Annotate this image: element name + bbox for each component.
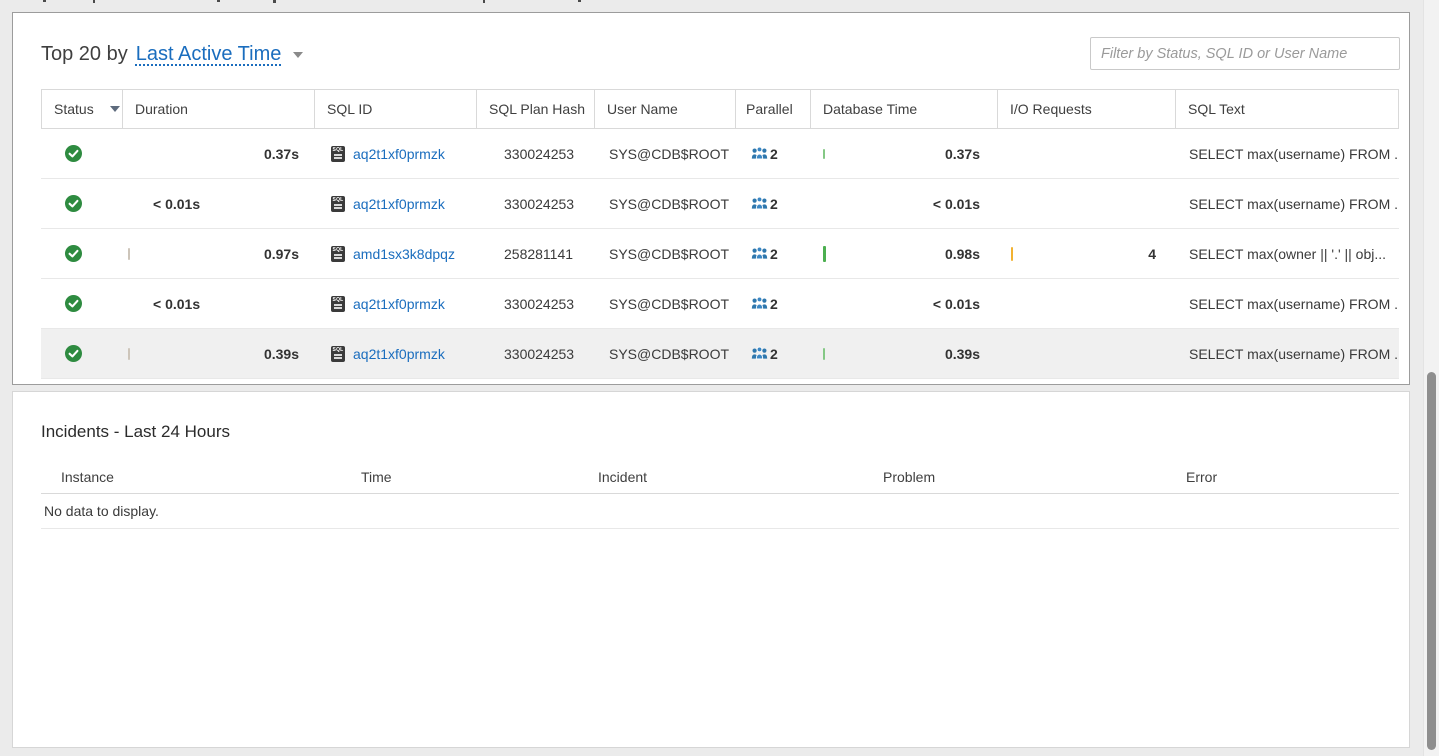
user-name-value: SYS@CDB$ROOT bbox=[609, 146, 729, 162]
monitored-sql-table: Status Duration SQL ID SQL Plan Hash Use… bbox=[41, 89, 1399, 379]
duration-value: 0.37s bbox=[264, 146, 299, 162]
sql-document-icon: SQL bbox=[331, 196, 345, 212]
sql-text-value: SELECT max(username) FROM ... bbox=[1189, 196, 1399, 212]
plan-hash-value: 330024253 bbox=[504, 146, 574, 162]
monitored-sql-panel: Top 20 by Last Active Time Status Duratio… bbox=[12, 12, 1410, 385]
duration-bar bbox=[128, 348, 130, 360]
parallel-value: 2 bbox=[770, 196, 778, 212]
db-time-bar bbox=[823, 246, 826, 262]
plan-hash-value: 330024253 bbox=[504, 196, 574, 212]
column-header-database-time[interactable]: Database Time bbox=[811, 90, 998, 128]
parallel-group-icon bbox=[751, 296, 768, 311]
column-header-problem: Problem bbox=[883, 469, 935, 485]
parallel-value: 2 bbox=[770, 296, 778, 312]
sort-criteria-link[interactable]: Last Active Time bbox=[136, 43, 282, 65]
status-success-icon bbox=[65, 345, 82, 362]
parallel-group-icon bbox=[751, 196, 768, 211]
db-time-value: < 0.01s bbox=[933, 196, 980, 212]
sql-table-body: 0.37s SQL aq2t1xf0prmzk 330024253 SYS@CD… bbox=[41, 129, 1399, 379]
incidents-table-header: Instance Time Incident Problem Error bbox=[41, 462, 1399, 494]
column-header-instance: Instance bbox=[61, 469, 114, 485]
sql-document-icon: SQL bbox=[331, 296, 345, 312]
sql-id-link[interactable]: aq2t1xf0prmzk bbox=[353, 346, 445, 362]
db-time-value: 0.39s bbox=[945, 346, 980, 362]
status-success-icon bbox=[65, 145, 82, 162]
db-time-bar bbox=[823, 149, 825, 159]
vertical-scrollbar-track[interactable] bbox=[1423, 0, 1439, 756]
plan-hash-value: 258281141 bbox=[504, 246, 573, 262]
table-row[interactable]: 0.37s SQL aq2t1xf0prmzk 330024253 SYS@CD… bbox=[41, 129, 1399, 179]
sql-id-link[interactable]: aq2t1xf0prmzk bbox=[353, 296, 445, 312]
sql-text-value: SELECT max(username) FROM ... bbox=[1189, 346, 1399, 362]
io-requests-value: 4 bbox=[1148, 246, 1156, 262]
column-header-parallel[interactable]: Parallel bbox=[736, 90, 811, 128]
sql-table-header: Status Duration SQL ID SQL Plan Hash Use… bbox=[41, 89, 1399, 129]
incidents-title: Incidents - Last 24 Hours bbox=[41, 422, 230, 442]
column-header-time: Time bbox=[361, 469, 392, 485]
sql-id-link[interactable]: amd1sx3k8dpqz bbox=[353, 246, 455, 262]
parallel-value: 2 bbox=[770, 246, 778, 262]
column-header-duration[interactable]: Duration bbox=[123, 90, 315, 128]
sql-document-icon: SQL bbox=[331, 246, 345, 262]
parallel-group-icon bbox=[751, 246, 768, 261]
incidents-panel: Incidents - Last 24 Hours Instance Time … bbox=[12, 391, 1410, 748]
user-name-value: SYS@CDB$ROOT bbox=[609, 346, 729, 362]
duration-value: < 0.01s bbox=[153, 296, 200, 312]
top20-title-prefix: Top 20 by bbox=[41, 43, 128, 65]
no-data-message: No data to display. bbox=[41, 494, 1399, 529]
plan-hash-value: 330024253 bbox=[504, 296, 574, 312]
filter-input[interactable] bbox=[1090, 37, 1400, 70]
plan-hash-value: 330024253 bbox=[504, 346, 574, 362]
parallel-value: 2 bbox=[770, 346, 778, 362]
sql-text-value: SELECT max(username) FROM ... bbox=[1189, 296, 1399, 312]
parallel-group-icon bbox=[751, 346, 768, 361]
column-header-status[interactable]: Status bbox=[41, 90, 123, 128]
duration-bar bbox=[128, 248, 130, 260]
db-time-value: < 0.01s bbox=[933, 296, 980, 312]
db-time-value: 0.37s bbox=[945, 146, 980, 162]
db-time-value: 0.98s bbox=[945, 246, 980, 262]
chevron-down-icon bbox=[293, 52, 303, 58]
duration-value: < 0.01s bbox=[153, 196, 200, 212]
column-header-incident: Incident bbox=[598, 469, 647, 485]
user-name-value: SYS@CDB$ROOT bbox=[609, 246, 729, 262]
duration-value: 0.39s bbox=[264, 346, 299, 362]
column-header-user-name[interactable]: User Name bbox=[595, 90, 736, 128]
io-bar bbox=[1011, 247, 1013, 261]
parallel-value: 2 bbox=[770, 146, 778, 162]
user-name-value: SYS@CDB$ROOT bbox=[609, 196, 729, 212]
sql-text-value: SELECT max(owner || '.' || obj... bbox=[1189, 246, 1386, 262]
table-row[interactable]: < 0.01s SQL aq2t1xf0prmzk 330024253 SYS@… bbox=[41, 179, 1399, 229]
column-header-sql-id[interactable]: SQL ID bbox=[315, 90, 477, 128]
vertical-scrollbar-thumb[interactable] bbox=[1427, 372, 1436, 750]
table-row[interactable]: 0.97s SQL amd1sx3k8dpqz 258281141 SYS@CD… bbox=[41, 229, 1399, 279]
sql-document-icon: SQL bbox=[331, 346, 345, 362]
sql-document-icon: SQL bbox=[331, 146, 345, 162]
sql-text-value: SELECT max(username) FROM ... bbox=[1189, 146, 1399, 162]
sql-id-link[interactable]: aq2t1xf0prmzk bbox=[353, 146, 445, 162]
table-row[interactable]: 0.39s SQL aq2t1xf0prmzk 330024253 SYS@CD… bbox=[41, 329, 1399, 379]
column-header-sql-text[interactable]: SQL Text bbox=[1176, 90, 1399, 128]
status-success-icon bbox=[65, 195, 82, 212]
sort-desc-icon bbox=[110, 106, 120, 112]
column-header-plan-hash[interactable]: SQL Plan Hash bbox=[477, 90, 595, 128]
table-row[interactable]: < 0.01s SQL aq2t1xf0prmzk 330024253 SYS@… bbox=[41, 279, 1399, 329]
parallel-group-icon bbox=[751, 146, 768, 161]
top20-title: Top 20 by Last Active Time bbox=[41, 43, 303, 66]
db-time-bar bbox=[823, 348, 825, 360]
duration-value: 0.97s bbox=[264, 246, 299, 262]
column-header-io-requests[interactable]: I/O Requests bbox=[998, 90, 1176, 128]
user-name-value: SYS@CDB$ROOT bbox=[609, 296, 729, 312]
status-success-icon bbox=[65, 295, 82, 312]
status-success-icon bbox=[65, 245, 82, 262]
sql-id-link[interactable]: aq2t1xf0prmzk bbox=[353, 196, 445, 212]
column-header-error: Error bbox=[1186, 469, 1217, 485]
